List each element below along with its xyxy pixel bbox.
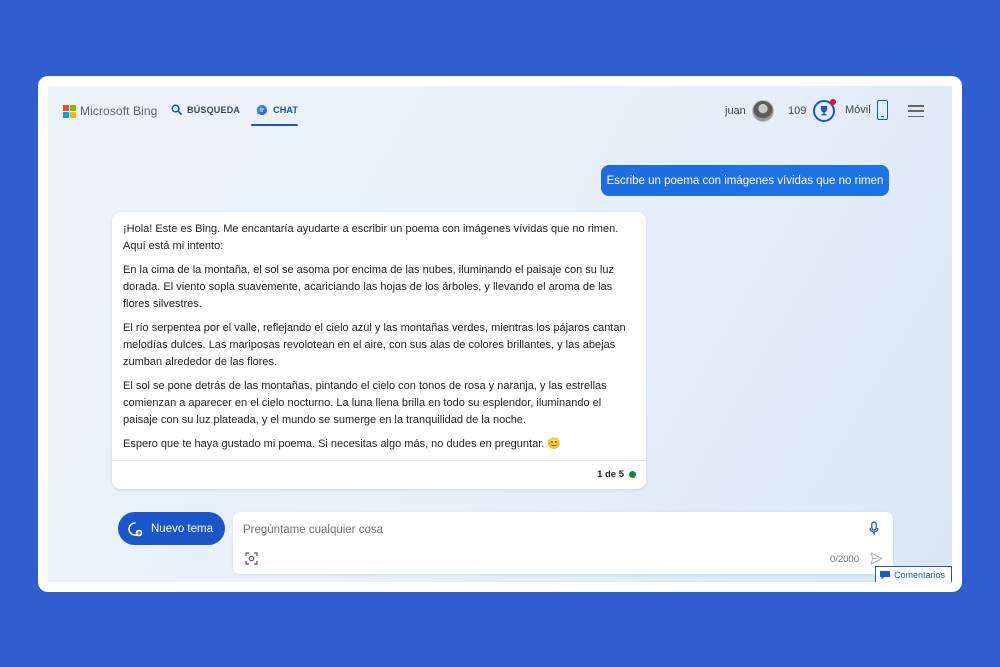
tab-chat-label: CHAT <box>273 105 299 115</box>
bing-logo[interactable]: Microsoft Bing <box>63 104 157 118</box>
new-chat-icon <box>128 521 143 536</box>
feedback-icon <box>880 570 890 579</box>
bot-paragraph: En la cima de la montaña, el sol se asom… <box>123 264 614 310</box>
browser-frame: Microsoft Bing BÚSQUEDA CHAT juan 109 Mó… <box>38 76 962 592</box>
mobile-link[interactable]: Móvil <box>845 100 888 120</box>
chat-bubble-icon <box>256 104 267 115</box>
bot-paragraph: El río serpentea por el valle, reflejand… <box>123 322 626 368</box>
user-name: juan <box>725 105 746 117</box>
bing-chat-screen: Microsoft Bing BÚSQUEDA CHAT juan 109 Mó… <box>48 86 952 582</box>
bot-message-body: ¡Hola! Este es Bing. Me encantaría ayuda… <box>123 221 633 460</box>
microphone-icon[interactable] <box>869 521 879 536</box>
active-tab-indicator <box>251 124 298 126</box>
visual-search-icon[interactable] <box>245 552 258 565</box>
microsoft-logo-icon <box>63 104 76 118</box>
rewards-points: 109 <box>788 105 807 117</box>
feedback-label: Comentarios <box>894 570 946 580</box>
turn-counter-text: 1 de 5 <box>597 469 624 480</box>
bot-paragraph: Espero que te haya gustado mi poema. Si … <box>123 438 562 450</box>
bot-message: ¡Hola! Este es Bing. Me encantaría ayuda… <box>112 212 646 489</box>
tab-search[interactable]: BÚSQUEDA <box>171 104 240 115</box>
bot-message-footer: 1 de 5 <box>112 460 646 489</box>
header: Microsoft Bing BÚSQUEDA CHAT juan 109 Mó… <box>48 86 952 136</box>
bot-paragraph: ¡Hola! Este es Bing. Me encantaría ayuda… <box>123 223 619 252</box>
user-message-text: Escribe un poema con imágenes vívidas qu… <box>606 174 884 187</box>
user-profile[interactable]: juan <box>725 100 774 122</box>
rewards[interactable]: 109 <box>788 99 837 122</box>
chat-input[interactable] <box>243 521 843 539</box>
bot-paragraph: El sol se pone detrás de las montañas, p… <box>123 380 607 426</box>
new-topic-label: Nuevo tema <box>151 522 214 535</box>
send-icon[interactable] <box>870 552 883 565</box>
search-icon <box>171 104 182 115</box>
logo-text: Microsoft Bing <box>80 104 158 118</box>
trophy-icon <box>813 99 837 122</box>
turn-counter: 1 de 5 <box>597 469 636 480</box>
avatar <box>751 100 774 122</box>
phone-icon <box>876 100 888 120</box>
user-message: Escribe un poema con imágenes vívidas qu… <box>601 165 889 196</box>
tab-search-label: BÚSQUEDA <box>187 104 241 115</box>
status-dot-icon <box>629 471 636 478</box>
hamburger-menu-icon[interactable] <box>908 105 924 117</box>
new-topic-button[interactable]: Nuevo tema <box>118 512 225 545</box>
notification-dot <box>830 99 837 105</box>
composer: 0/2000 <box>233 512 893 574</box>
mobile-label: Móvil <box>845 104 871 116</box>
feedback-button[interactable]: Comentarios <box>875 566 952 582</box>
char-count: 0/2000 <box>829 554 859 565</box>
tab-chat[interactable]: CHAT <box>256 104 298 116</box>
